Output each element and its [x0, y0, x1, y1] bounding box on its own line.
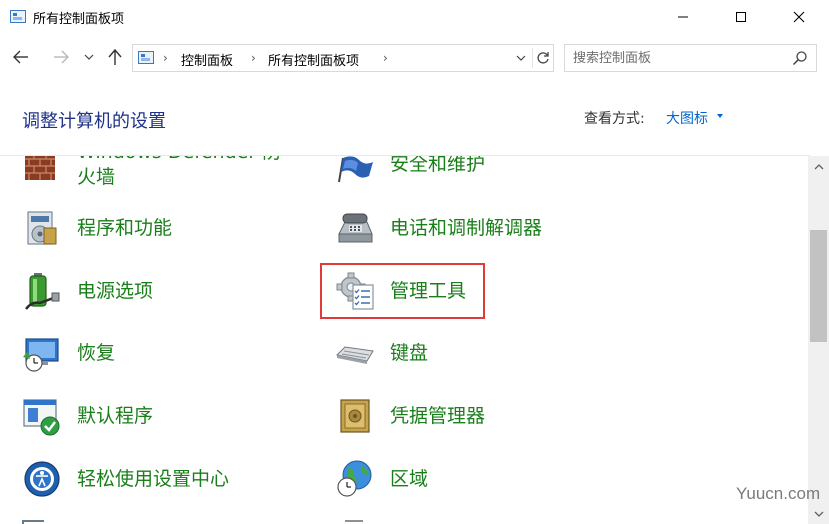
breadcrumb-control-panel[interactable]: 控制面板: [181, 50, 233, 69]
item-phone-modem[interactable]: 电话和调制解调器: [335, 206, 635, 250]
breadcrumb-all-items[interactable]: 所有控制面板项: [268, 50, 359, 69]
scroll-thumb[interactable]: [810, 230, 827, 342]
item-label: 程序和功能: [77, 217, 173, 239]
item-power-options[interactable]: 电源选项: [22, 269, 312, 313]
close-icon: [793, 11, 805, 23]
item-security-maintenance[interactable]: 安全和维护: [335, 156, 635, 186]
breadcrumb-separator-icon: ›: [383, 51, 388, 65]
recovery-icon: [22, 333, 62, 373]
forward-arrow-icon: [54, 50, 69, 64]
item-partial[interactable]: [22, 518, 62, 524]
item-firewall[interactable]: Windows Defender 防火墙: [22, 156, 312, 200]
item-label: 电源选项: [77, 280, 154, 302]
item-label: 键盘: [390, 342, 429, 364]
navigation-bar: › 控制面板 › 所有控制面板项 ›: [0, 40, 829, 74]
phone-modem-icon: [335, 208, 375, 248]
refresh-icon: [536, 52, 549, 64]
ease-of-access-icon: [22, 459, 62, 499]
highlight-box: [320, 263, 485, 319]
up-button[interactable]: [104, 46, 126, 68]
control-panel-items: Windows Defender 防火墙 安全和维护: [0, 156, 808, 524]
default-programs-icon: [22, 396, 62, 436]
maximize-icon: [736, 12, 746, 22]
breadcrumb-separator-icon: ›: [251, 51, 256, 65]
forward-button[interactable]: [50, 46, 72, 68]
close-button[interactable]: [770, 0, 828, 34]
address-bar[interactable]: › 控制面板 › 所有控制面板项 ›: [132, 44, 554, 72]
vertical-scrollbar[interactable]: [808, 156, 829, 524]
power-battery-icon: [22, 271, 62, 311]
minimize-icon: [678, 16, 688, 18]
search-box[interactable]: [564, 44, 817, 72]
item-label: Windows Defender 防火墙: [77, 156, 281, 188]
maximize-button[interactable]: [712, 0, 770, 34]
view-by-dropdown[interactable]: 大图标: [666, 108, 708, 128]
chevron-down-icon: [814, 511, 823, 517]
credential-vault-icon: [335, 396, 375, 436]
caret-down-icon[interactable]: [717, 114, 723, 118]
chevron-up-icon: [814, 163, 823, 169]
item-partial[interactable]: [345, 518, 385, 524]
search-icon[interactable]: [792, 50, 808, 66]
item-label: 电话和调制解调器: [390, 217, 543, 239]
partial-icon: [22, 520, 44, 524]
control-panel-icon: [10, 10, 26, 23]
item-keyboard[interactable]: 键盘: [335, 331, 635, 375]
address-dropdown-button[interactable]: [511, 49, 531, 67]
chevron-down-icon: [84, 54, 94, 60]
control-panel-window: 所有控制面板项 › 控制面板 › 所有控制面板项 › 搜索控制面板 调整计算机的…: [0, 0, 829, 524]
item-default-programs[interactable]: 默认程序: [22, 394, 312, 438]
page-title: 调整计算机的设置: [22, 111, 166, 132]
breadcrumb-separator-icon: ›: [163, 51, 168, 65]
back-arrow-icon: [13, 50, 28, 64]
view-by-label: 查看方式:: [584, 111, 645, 127]
item-label: 默认程序: [77, 405, 154, 427]
page-header: 调整计算机的设置 查看方式: 大图标: [0, 90, 829, 148]
chevron-down-icon: [516, 55, 526, 61]
up-arrow-icon: [108, 48, 122, 65]
partial-icon: [345, 520, 363, 524]
scroll-up-button[interactable]: [808, 156, 829, 176]
item-credential-manager[interactable]: 凭据管理器: [335, 394, 635, 438]
back-button[interactable]: [10, 46, 32, 68]
item-label: 恢复: [77, 342, 116, 364]
title-bar: 所有控制面板项: [0, 0, 829, 34]
item-label: 安全和维护: [390, 156, 486, 175]
item-recovery[interactable]: 恢复: [22, 331, 312, 375]
refresh-button[interactable]: [532, 48, 552, 68]
watermark: Yuucn.com: [736, 484, 821, 503]
scroll-down-button[interactable]: [808, 504, 829, 524]
region-globe-icon: [335, 459, 375, 499]
programs-icon: [22, 208, 62, 248]
search-input[interactable]: [573, 49, 783, 67]
window-title: 所有控制面板项: [33, 12, 125, 27]
item-programs-features[interactable]: 程序和功能: [22, 206, 312, 250]
keyboard-icon: [335, 333, 375, 373]
firewall-icon: [22, 156, 62, 186]
control-panel-icon: [138, 51, 154, 64]
item-label: 凭据管理器: [390, 405, 486, 427]
item-ease-of-access[interactable]: 轻松使用设置中心: [22, 457, 312, 501]
item-label: 区域: [390, 468, 429, 490]
item-region[interactable]: 区域: [335, 457, 635, 501]
security-flag-icon: [335, 156, 375, 184]
item-label: 轻松使用设置中心: [77, 468, 230, 490]
minimize-button[interactable]: [654, 0, 712, 34]
recent-locations-button[interactable]: [81, 46, 97, 68]
